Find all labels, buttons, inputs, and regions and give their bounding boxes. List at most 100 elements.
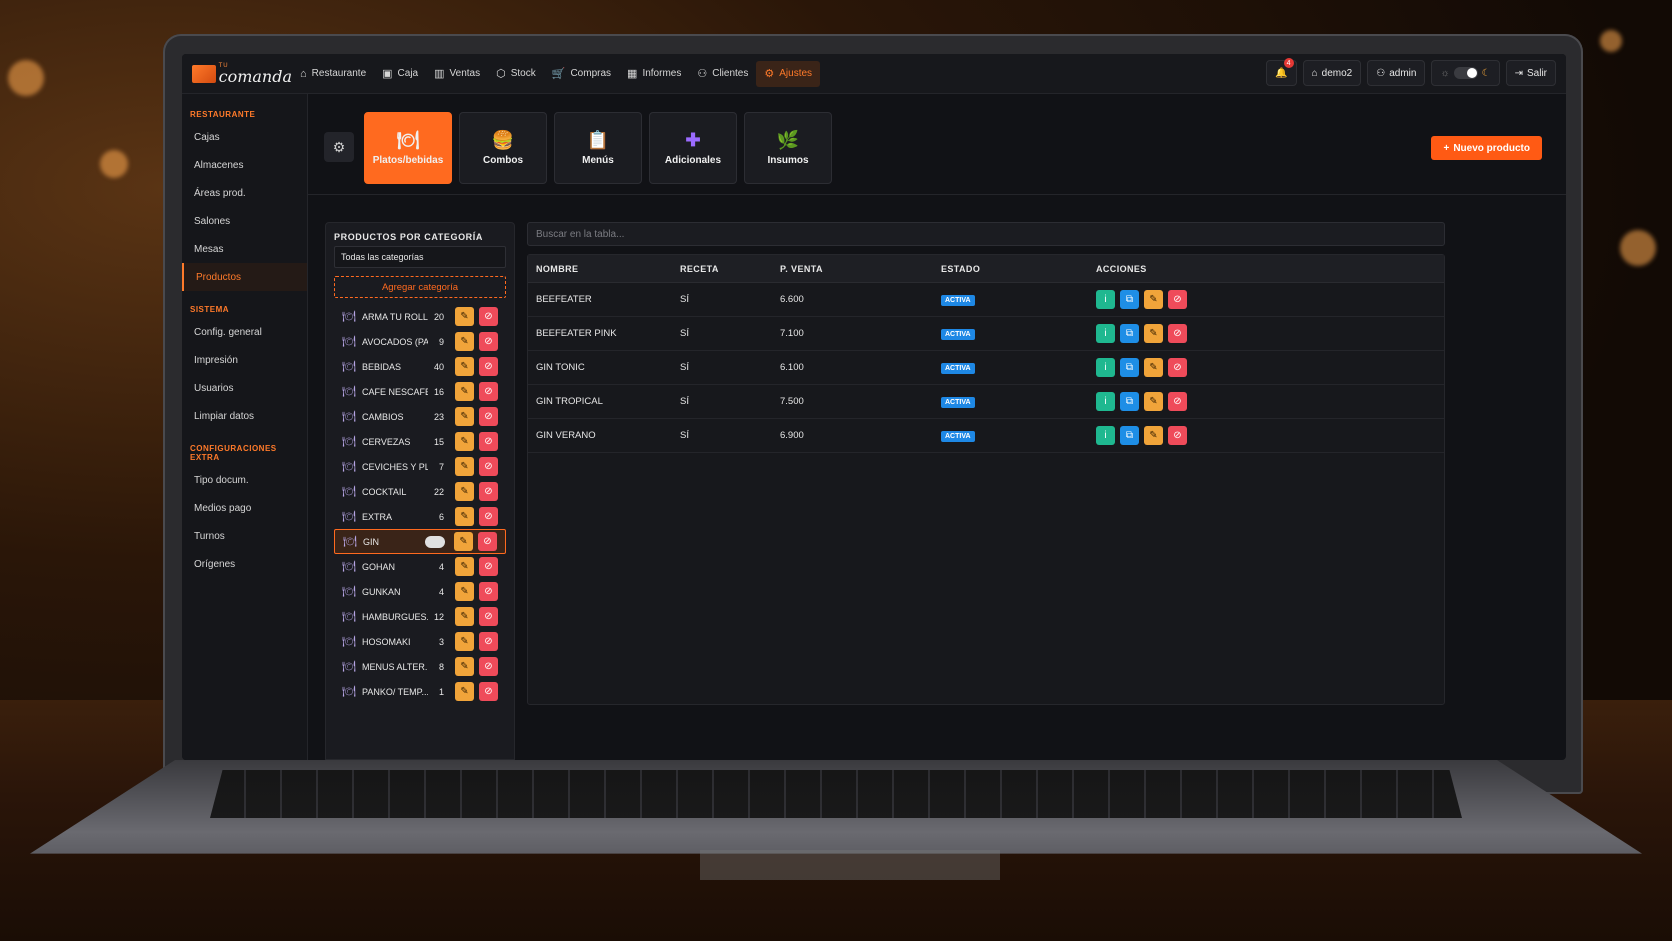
disable-icon[interactable]: ⊘ — [479, 382, 498, 401]
category-row[interactable]: 🍽 GOHAN 4 ✎ ⊘ — [334, 554, 506, 579]
disable-icon[interactable]: ⊘ — [479, 357, 498, 376]
edit-icon[interactable]: ✎ — [1144, 426, 1163, 445]
edit-icon[interactable]: ✎ — [455, 457, 474, 476]
table-row[interactable]: GIN TONIC SÍ 6.100 ACTIVA i ⧉ ✎ ⊘ — [528, 351, 1444, 385]
nav-item-caja[interactable]: ▣ Caja — [374, 61, 426, 87]
edit-icon[interactable]: ✎ — [455, 582, 474, 601]
category-toggle[interactable] — [425, 535, 445, 548]
tenant-button[interactable]: ⌂ demo2 — [1302, 60, 1362, 86]
category-row[interactable]: 🍽 CEVICHES Y PL... 7 ✎ ⊘ — [334, 454, 506, 479]
sidebar-item-tipo-docum[interactable]: Tipo docum. — [182, 466, 307, 494]
column-header[interactable]: RECETA — [680, 264, 780, 274]
disable-icon[interactable]: ⊘ — [479, 557, 498, 576]
disable-icon[interactable]: ⊘ — [479, 507, 498, 526]
edit-icon[interactable]: ✎ — [1144, 392, 1163, 411]
edit-icon[interactable]: ✎ — [1144, 358, 1163, 377]
category-row[interactable]: 🍽 PANKO/ TEMP... 1 ✎ ⊘ — [334, 679, 506, 704]
copy-icon[interactable]: ⧉ — [1120, 358, 1139, 377]
category-row[interactable]: 🍽 ARMA TU ROLL 20 ✎ ⊘ — [334, 304, 506, 329]
edit-icon[interactable]: ✎ — [455, 507, 474, 526]
edit-icon[interactable]: ✎ — [455, 607, 474, 626]
disable-icon[interactable]: ⊘ — [479, 682, 498, 701]
sidebar-item-limpiar[interactable]: Limpiar datos — [182, 402, 307, 430]
nav-item-clientes[interactable]: ⚇ Clientes — [689, 61, 756, 87]
user-button[interactable]: ⚇ admin — [1367, 60, 1426, 86]
settings-gear-button[interactable]: ⚙ — [324, 132, 354, 162]
sidebar-item-turnos[interactable]: Turnos — [182, 522, 307, 550]
sidebar-item-config[interactable]: Config. general — [182, 318, 307, 346]
nav-item-ventas[interactable]: ▥ Ventas — [426, 61, 488, 87]
theme-toggle[interactable]: ☼ ☾ — [1431, 60, 1500, 86]
category-row[interactable]: 🍽 BEBIDAS 40 ✎ ⊘ — [334, 354, 506, 379]
disable-icon[interactable]: ⊘ — [479, 457, 498, 476]
tab-insumos[interactable]: 🌿 Insumos — [744, 112, 832, 184]
logout-button[interactable]: ⇥ Salir — [1505, 60, 1556, 86]
nav-item-compras[interactable]: 🛒 Compras — [544, 61, 619, 87]
category-row[interactable]: 🍽 GUNKAN 4 ✎ ⊘ — [334, 579, 506, 604]
category-row[interactable]: 🍽 GIN ✎ ⊘ — [334, 529, 506, 554]
table-row[interactable]: GIN VERANO SÍ 6.900 ACTIVA i ⧉ ✎ ⊘ — [528, 419, 1444, 453]
edit-icon[interactable]: ✎ — [455, 482, 474, 501]
notifications-button[interactable]: 🔔 4 — [1266, 58, 1297, 86]
table-row[interactable]: GIN TROPICAL SÍ 7.500 ACTIVA i ⧉ ✎ ⊘ — [528, 385, 1444, 419]
edit-icon[interactable]: ✎ — [1144, 290, 1163, 309]
sidebar-item-cajas[interactable]: Cajas — [182, 123, 307, 151]
disable-icon[interactable]: ⊘ — [479, 482, 498, 501]
category-row[interactable]: 🍽 HOSOMAKI 3 ✎ ⊘ — [334, 629, 506, 654]
disable-icon[interactable]: ⊘ — [1168, 358, 1187, 377]
app-logo[interactable]: TU comanda — [192, 63, 292, 85]
sidebar-item-medios-pago[interactable]: Medios pago — [182, 494, 307, 522]
disable-icon[interactable]: ⊘ — [478, 532, 497, 551]
info-icon[interactable]: i — [1096, 290, 1115, 309]
edit-icon[interactable]: ✎ — [455, 307, 474, 326]
edit-icon[interactable]: ✎ — [1144, 324, 1163, 343]
info-icon[interactable]: i — [1096, 392, 1115, 411]
sidebar-item-usuarios[interactable]: Usuarios — [182, 374, 307, 402]
category-row[interactable]: 🍽 HAMBURGUES... 12 ✎ ⊘ — [334, 604, 506, 629]
sidebar-item-impresion[interactable]: Impresión — [182, 346, 307, 374]
sidebar-item-mesas[interactable]: Mesas — [182, 235, 307, 263]
disable-icon[interactable]: ⊘ — [479, 407, 498, 426]
disable-icon[interactable]: ⊘ — [479, 632, 498, 651]
nav-item-stock[interactable]: ⬡ Stock — [488, 61, 544, 87]
column-header[interactable]: P. VENTA — [780, 264, 941, 274]
info-icon[interactable]: i — [1096, 358, 1115, 377]
disable-icon[interactable]: ⊘ — [479, 307, 498, 326]
edit-icon[interactable]: ✎ — [455, 407, 474, 426]
edit-icon[interactable]: ✎ — [455, 332, 474, 351]
disable-icon[interactable]: ⊘ — [479, 657, 498, 676]
theme-switch[interactable] — [1453, 67, 1478, 79]
edit-icon[interactable]: ✎ — [455, 632, 474, 651]
edit-icon[interactable]: ✎ — [454, 532, 473, 551]
edit-icon[interactable]: ✎ — [455, 682, 474, 701]
column-header[interactable]: NOMBRE — [528, 264, 680, 274]
category-row[interactable]: 🍽 MENUS ALTER... 8 ✎ ⊘ — [334, 654, 506, 679]
copy-icon[interactable]: ⧉ — [1120, 426, 1139, 445]
sidebar-item-origenes[interactable]: Orígenes — [182, 550, 307, 578]
info-icon[interactable]: i — [1096, 426, 1115, 445]
category-filter-select[interactable]: Todas las categorías — [334, 246, 506, 268]
category-row[interactable]: 🍽 CAFE NESCAFE 16 ✎ ⊘ — [334, 379, 506, 404]
category-row[interactable]: 🍽 CAMBIOS 23 ✎ ⊘ — [334, 404, 506, 429]
sidebar-item-salones[interactable]: Salones — [182, 207, 307, 235]
nav-item-restaurante[interactable]: ⌂ Restaurante — [292, 61, 374, 87]
edit-icon[interactable]: ✎ — [455, 357, 474, 376]
copy-icon[interactable]: ⧉ — [1120, 324, 1139, 343]
copy-icon[interactable]: ⧉ — [1120, 392, 1139, 411]
tab-combos[interactable]: 🍔 Combos — [459, 112, 547, 184]
sidebar-item-almacenes[interactable]: Almacenes — [182, 151, 307, 179]
disable-icon[interactable]: ⊘ — [1168, 324, 1187, 343]
new-product-button[interactable]: + Nuevo producto — [1431, 136, 1542, 160]
tab-adicionales[interactable]: ✚ Adicionales — [649, 112, 737, 184]
nav-item-informes[interactable]: ▦ Informes — [619, 61, 689, 87]
disable-icon[interactable]: ⊘ — [479, 332, 498, 351]
category-row[interactable]: 🍽 CERVEZAS 15 ✎ ⊘ — [334, 429, 506, 454]
edit-icon[interactable]: ✎ — [455, 432, 474, 451]
tab-menus[interactable]: 📋 Menús — [554, 112, 642, 184]
tab-platos-bebidas[interactable]: 🍽 Platos/bebidas — [364, 112, 452, 184]
edit-icon[interactable]: ✎ — [455, 557, 474, 576]
info-icon[interactable]: i — [1096, 324, 1115, 343]
disable-icon[interactable]: ⊘ — [1168, 392, 1187, 411]
edit-icon[interactable]: ✎ — [455, 382, 474, 401]
category-row[interactable]: 🍽 AVOCADOS (PA... 9 ✎ ⊘ — [334, 329, 506, 354]
